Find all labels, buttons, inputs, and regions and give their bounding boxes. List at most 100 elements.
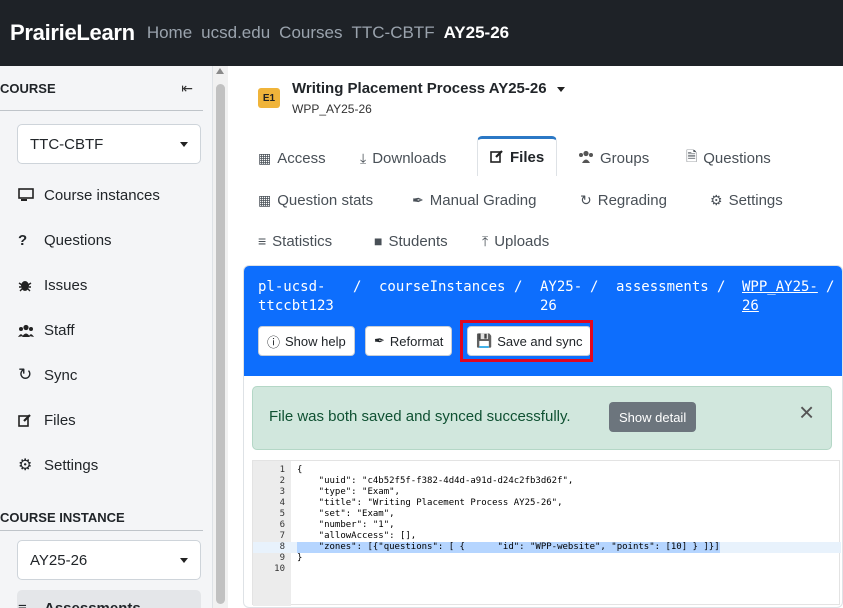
tab-regrading[interactable]: ↻ Regrading [580,185,667,215]
bug-icon [18,278,44,292]
sidebar-item-label: Staff [44,321,75,339]
student-icon: ■ [374,233,383,249]
gear-icon: ⚙ [710,191,723,208]
code-line: 3 "type": "Exam", [253,487,841,498]
help-circle-icon: ⓘ [267,334,281,350]
breadcrumb-home[interactable]: Home [147,23,192,43]
button-label: Reformat [389,333,444,349]
show-detail-button[interactable]: Show detail [609,402,697,432]
path-instance-line2[interactable]: 26 [540,297,557,316]
show-help-button[interactable]: ⓘ Show help [258,326,355,356]
breadcrumb-courses[interactable]: Courses [279,23,342,43]
code-line: 6 "number": "1", [253,520,841,531]
sidebar-item-assessments[interactable]: ≡ Assessments [17,590,201,608]
main-content: E1 Writing Placement Process AY25-26 WPP… [228,66,843,608]
sidebar-item-label: Course instances [44,186,160,204]
path-course-line2[interactable]: ttccbt123 [258,297,334,316]
tab-groups[interactable]: Groups [578,143,649,173]
sidebar: COURSE ⇤ TTC-CBTF Course instances ? Que… [0,66,213,608]
tab-statistics[interactable]: ≡ Statistics [258,226,332,256]
close-icon[interactable]: × [799,399,814,425]
path-separator: / [514,279,523,295]
tab-label: Settings [728,191,783,209]
sidebar-item-issues[interactable]: Issues [18,267,202,303]
reformat-button[interactable]: ✒ Reformat [365,326,453,356]
line-text: "uuid": "c4b52f5f-f382-4d4d-a91d-d24c2fb… [297,476,574,486]
chevron-down-icon [180,141,188,147]
path-separator: / [353,279,362,295]
tab-label: Groups [600,149,650,167]
sidebar-item-label: Questions [44,231,112,249]
sync-icon: ↻ [580,191,592,208]
course-instance-heading-label: COURSE INSTANCE [0,510,125,525]
path-assessment-line1[interactable]: WPP_AY25- [742,278,818,297]
sidebar-item-label: Sync [44,366,78,384]
line-text: "set": "Exam", [297,509,395,519]
line-text: "number": "1", [297,520,395,530]
assessment-title-dropdown[interactable]: Writing Placement Process AY25-26 [292,80,565,97]
scroll-up-arrow[interactable] [216,68,224,74]
sidebar-scrollbar[interactable] [213,66,228,608]
tab-manual-grading[interactable]: ✒ Manual Grading [412,185,536,215]
brand-logo[interactable]: PrairieLearn [10,20,135,46]
tab-label: Questions [703,149,771,167]
gear-icon: ⚙ [18,457,33,474]
file-icon: 🗎 [686,148,698,164]
path-assessment-line2[interactable]: 26 [742,297,759,316]
users-icon [578,150,594,166]
tab-label: Manual Grading [429,191,537,209]
path-instance-line1[interactable]: AY25- [540,278,582,297]
path-separator: / [590,279,599,295]
tab-questions[interactable]: 🗎 Questions [686,143,771,173]
table-icon: ▦ [258,191,272,208]
line-text: { [297,465,303,475]
sidebar-item-label: Issues [44,276,88,294]
line-number: 10 [274,564,285,574]
course-instance-select[interactable]: AY25-26 [17,540,201,580]
code-line: 4 "title": "Writing Placement Process AY… [253,498,841,509]
tab-settings[interactable]: ⚙ Settings [710,185,783,215]
tab-access[interactable]: ▦ Access [258,143,326,173]
course-instance-section-heading: COURSE INSTANCE [0,510,203,525]
path-course-line1[interactable]: pl-ucsd- [258,278,325,297]
path-separator: / [717,279,726,295]
path-assessments[interactable]: assessments [616,278,709,297]
paintbrush-icon: ✒ [374,333,385,348]
file-editor-header: pl-ucsd- ttccbt123 / courseInstances / A… [244,266,842,376]
sidebar-item-questions[interactable]: ? Questions [18,222,202,258]
line-text: "title": "Writing Placement Process AY25… [297,498,563,508]
marker-icon: ✒ [412,191,424,208]
collapse-sidebar-icon[interactable]: ⇤ [181,80,193,97]
chart-icon: ≡ [258,233,267,249]
sidebar-item-settings[interactable]: ⚙ Settings [18,447,202,483]
tab-downloads[interactable]: ⤓ Downloads [360,143,446,173]
button-label: Show help [285,333,346,349]
tab-uploads[interactable]: ⤒ Uploads [482,226,549,256]
download-icon: ⤓ [360,149,367,166]
chevron-down-icon [180,557,188,563]
course-select[interactable]: TTC-CBTF [17,124,201,164]
sidebar-item-course-instances[interactable]: Course instances [18,177,202,213]
breadcrumb-institution[interactable]: ucsd.edu [201,23,270,43]
sidebar-item-staff[interactable]: Staff [18,312,202,348]
breadcrumb-course[interactable]: TTC-CBTF [351,23,434,43]
tab-question-stats[interactable]: ▦ Question stats [258,185,373,215]
code-line-current: 8 "zones": [{"questions": [ { "id": "WPP… [253,542,841,553]
line-number: 9 [279,553,285,563]
line-number: 3 [279,487,285,497]
scroll-thumb[interactable] [216,84,225,604]
divider [0,110,203,111]
breadcrumb-course-instance[interactable]: AY25-26 [444,23,510,43]
course-section-heading: COURSE ⇤ [0,80,203,97]
assessment-tid: WPP_AY25-26 [292,102,372,116]
code-line: 2 "uuid": "c4b52f5f-f382-4d4d-a91d-d24c2… [253,476,841,487]
line-text: } [297,553,303,563]
tab-files[interactable]: Files [477,136,558,176]
chalkboard-icon [18,188,44,202]
code-line: 7 "allowAccess": [], [253,531,841,542]
code-editor[interactable]: 1{ 2 "uuid": "c4b52f5f-f382-4d4d-a91d-d2… [252,460,841,606]
sidebar-item-sync[interactable]: ↻ Sync [18,357,202,393]
sidebar-item-files[interactable]: Files [18,402,202,438]
tab-students[interactable]: ■ Students [374,226,448,256]
path-course-instances[interactable]: courseInstances [379,278,505,297]
